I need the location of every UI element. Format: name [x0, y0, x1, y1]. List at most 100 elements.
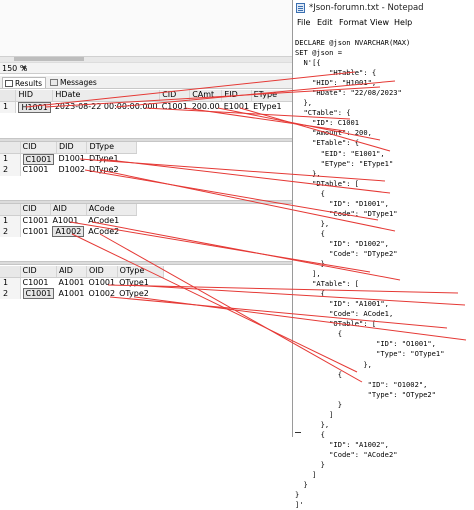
column-header[interactable]: CID [20, 204, 51, 216]
text-line[interactable]: "ID": "O1001", [295, 339, 444, 349]
query-editor-area[interactable] [0, 0, 293, 56]
column-header[interactable]: CID [159, 90, 191, 102]
grid-cell[interactable]: A1002 [50, 226, 86, 237]
text-line[interactable]: "Code": "DType2" [295, 249, 444, 259]
text-line[interactable]: }, [295, 360, 444, 370]
text-line[interactable]: N'[{ [295, 58, 444, 68]
column-header[interactable]: CAmt [189, 90, 223, 102]
column-header[interactable]: ACode [86, 204, 137, 216]
row-number[interactable]: 1 [0, 215, 21, 226]
row-number-header[interactable] [0, 90, 17, 102]
text-line[interactable]: }, [295, 420, 444, 430]
column-header[interactable]: HDate [52, 90, 161, 102]
grid-cell[interactable]: OType2 [117, 288, 163, 299]
grid-cell[interactable]: ACode1 [86, 215, 136, 226]
text-line[interactable]: "OTable": [ [295, 319, 444, 329]
grid-cell[interactable]: 2023-08-22 00:00:00.000 [53, 101, 160, 113]
text-line[interactable]: "ID": "A1002", [295, 440, 444, 450]
text-line[interactable]: "Type": "OType2" [295, 390, 444, 400]
chevron-down-icon[interactable]: ▼ [22, 65, 27, 72]
column-header[interactable]: EType [251, 90, 294, 102]
text-line[interactable]: { [295, 229, 444, 239]
column-header[interactable]: CID [20, 266, 57, 278]
grid-cell[interactable]: C1001 [20, 215, 50, 226]
row-number[interactable]: 2 [0, 226, 21, 237]
column-header[interactable]: OType [117, 266, 164, 278]
text-line[interactable]: "Amount": 200, [295, 128, 444, 138]
text-line[interactable]: "Type": "OType1" [295, 349, 444, 359]
row-number[interactable]: 2 [0, 288, 21, 299]
grid-cell[interactable]: A1001 [50, 215, 86, 226]
column-header[interactable]: DID [56, 142, 88, 154]
menu-help[interactable]: Help [394, 18, 412, 27]
grid-cell[interactable]: ACode2 [86, 226, 136, 237]
grid-splitter[interactable] [0, 261, 293, 265]
grid-cell[interactable]: EType1 [251, 101, 292, 113]
text-line[interactable]: "Code": "DType1" [295, 209, 444, 219]
text-line[interactable]: "ETable": { [295, 138, 444, 148]
grid-cell[interactable]: D1001 [56, 153, 87, 165]
grid-cell[interactable]: O1001 [86, 277, 117, 288]
column-header[interactable]: AID [56, 266, 87, 278]
text-line[interactable]: "Code": "ACode2" [295, 450, 444, 460]
table-row[interactable]: 1 C1001 D1001 DType1 [0, 153, 137, 165]
grid-cell[interactable]: OType1 [117, 277, 163, 288]
grid-cell[interactable]: C1001 [20, 277, 56, 288]
grid-cell[interactable]: H1001 [16, 101, 53, 113]
grid-cell[interactable]: C1001 [20, 226, 50, 237]
menu-edit[interactable]: Edit [317, 18, 333, 27]
row-number[interactable]: 2 [0, 164, 21, 176]
table-row[interactable]: 1 C1001 A1001 O1001 OType1 [0, 277, 163, 288]
text-line[interactable]: }, [295, 98, 444, 108]
text-line[interactable]: "ID": "O1002", [295, 380, 444, 390]
text-line[interactable]: } [295, 490, 444, 500]
selected-cell[interactable]: C1001 [22, 153, 55, 165]
text-line[interactable]: "DTable": [ [295, 179, 444, 189]
column-header[interactable]: OID [86, 266, 118, 278]
grid-cell[interactable]: A1001 [56, 288, 86, 299]
column-header[interactable]: EID [221, 90, 252, 102]
text-line[interactable]: SET @json = [295, 48, 444, 58]
text-line[interactable]: } [295, 480, 444, 490]
text-line[interactable]: }, [295, 219, 444, 229]
table-row[interactable]: 2 C1001 A1002 ACode2 [0, 226, 136, 237]
text-line[interactable]: "EType": "EType1" [295, 159, 444, 169]
text-line[interactable]: { [295, 329, 444, 339]
row-number-header[interactable] [0, 204, 21, 216]
notepad-title-bar[interactable]: *Json-forumn.txt - Notepad [293, 0, 474, 16]
row-number-header[interactable] [0, 266, 21, 278]
text-editor[interactable]: DECLARE @json NVARCHAR(MAX) SET @json = N… [295, 38, 444, 510]
row-number[interactable]: 1 [0, 277, 21, 288]
table-row[interactable]: 1 C1001 A1001 ACode1 [0, 215, 136, 226]
selected-cell[interactable]: H1001 [18, 101, 51, 113]
text-line[interactable]: DECLARE @json NVARCHAR(MAX) [295, 38, 444, 48]
text-line[interactable]: ], [295, 269, 444, 279]
table-row[interactable]: 2 C1001 A1001 O1002 OType2 [0, 288, 163, 299]
text-line[interactable]: "HDate": "22/08/2023" [295, 88, 444, 98]
grid-cell[interactable]: C1001 [20, 165, 56, 176]
column-header[interactable]: HID [15, 90, 54, 102]
grid-cell[interactable]: C1001 [20, 288, 56, 299]
text-line[interactable]: "HTable": { [295, 68, 444, 78]
text-line[interactable]: } [295, 259, 444, 269]
column-header[interactable]: DType [86, 142, 138, 154]
text-line[interactable]: "HID": "H1001", [295, 78, 444, 88]
text-line[interactable]: ]' [295, 500, 444, 510]
text-line[interactable]: "ID": C1001 [295, 118, 444, 128]
grid-cell[interactable]: 200.00 [190, 101, 222, 113]
text-line[interactable]: "EID": "E1001", [295, 149, 444, 159]
grid-cell[interactable]: C1001 [20, 153, 56, 165]
menu-format[interactable]: Format [339, 18, 367, 27]
text-line[interactable]: "CTable": { [295, 108, 444, 118]
grid-cell[interactable]: A1001 [56, 277, 86, 288]
tab-messages[interactable]: Messages [48, 77, 100, 88]
menu-file[interactable]: File [297, 18, 310, 27]
text-line[interactable]: "ID": "D1002", [295, 239, 444, 249]
text-line[interactable]: "ATable": [ [295, 279, 444, 289]
table-row[interactable]: 1 H1001 2023-08-22 00:00:00.000 C1001 20… [0, 101, 293, 113]
text-line[interactable]: { [295, 370, 444, 380]
row-number[interactable]: 1 [0, 153, 21, 165]
text-line[interactable]: ] [295, 470, 444, 480]
column-header[interactable]: AID [50, 204, 87, 216]
grid-cell[interactable]: O1002 [86, 288, 117, 299]
